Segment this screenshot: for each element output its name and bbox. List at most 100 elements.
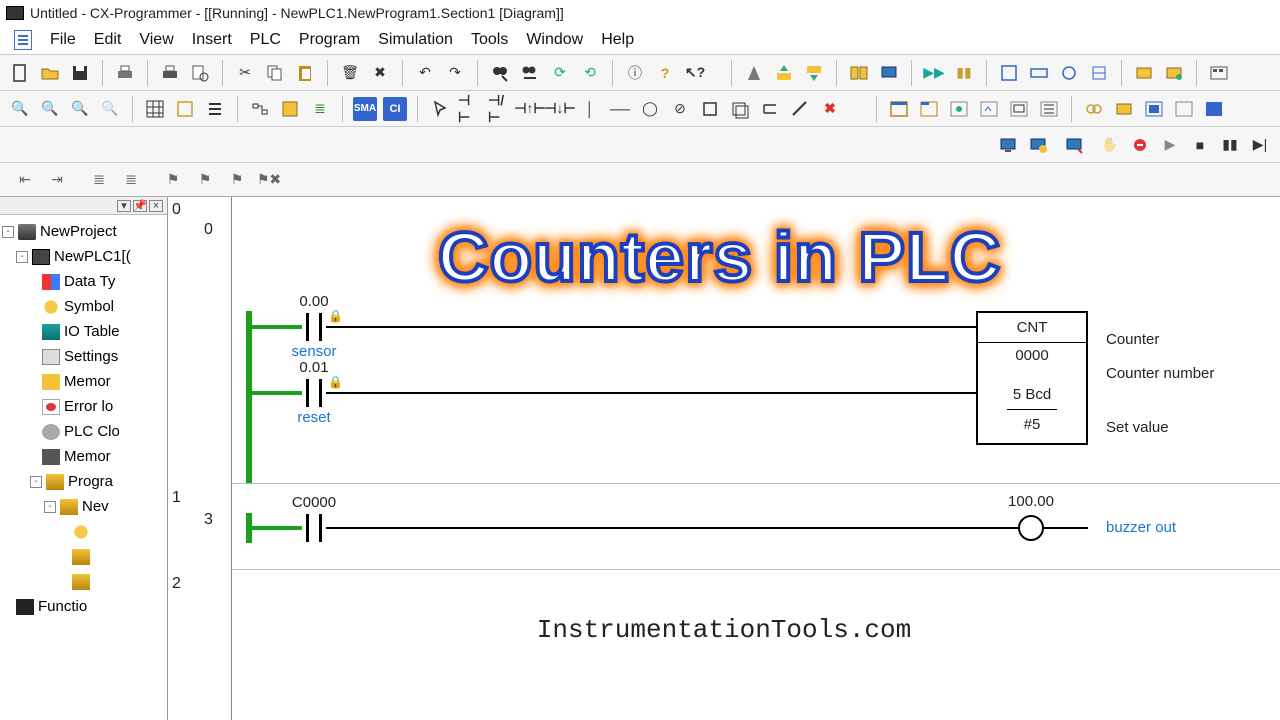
line-tool-icon[interactable]	[788, 97, 812, 121]
delete2-icon[interactable]: ✖	[368, 61, 392, 85]
tree-node-plc-clock[interactable]: PLC Clo	[2, 419, 165, 444]
menu-plc[interactable]: PLC	[250, 31, 281, 49]
zoom-in-icon[interactable]: 🔍	[38, 97, 62, 121]
contact-rising-icon[interactable]: ⊣↑⊢	[518, 97, 542, 121]
tree-node-new-program[interactable]: -Nev	[2, 494, 165, 519]
zoom-out-icon[interactable]: 🔍	[68, 97, 92, 121]
tree-node-settings[interactable]: Settings	[2, 344, 165, 369]
view-a-icon[interactable]	[173, 97, 197, 121]
cursor-icon[interactable]	[428, 97, 452, 121]
grid-icon[interactable]	[143, 97, 167, 121]
whats-this-icon[interactable]: ↖?	[683, 61, 707, 85]
open-icon[interactable]	[38, 61, 62, 85]
menu-view[interactable]: View	[139, 31, 173, 49]
flag2-icon[interactable]: ⚑	[194, 169, 216, 191]
win-d-icon[interactable]	[977, 97, 1001, 121]
watch-e-icon[interactable]	[1202, 97, 1226, 121]
tool-g-icon[interactable]	[1207, 61, 1231, 85]
sim-a-icon[interactable]	[996, 133, 1020, 157]
tool-d-icon[interactable]	[1087, 61, 1111, 85]
preview-icon[interactable]	[188, 61, 212, 85]
tree-toggle-icon[interactable]: -	[44, 501, 56, 513]
tree-toggle-icon[interactable]: -	[2, 226, 14, 238]
delete-icon[interactable]: 🗑	[338, 61, 362, 85]
contact-falling-icon[interactable]: ⊣↓⊢	[548, 97, 572, 121]
copy-icon[interactable]	[263, 61, 287, 85]
menu-insert[interactable]: Insert	[192, 31, 232, 49]
compare-icon[interactable]	[847, 61, 871, 85]
tree-node-memory2[interactable]: Memor	[2, 444, 165, 469]
pause-icon[interactable]: ▮▮	[952, 61, 976, 85]
find-prev-icon[interactable]: ⟲	[578, 61, 602, 85]
coil-neg-icon[interactable]: ⊘	[668, 97, 692, 121]
contact-sensor[interactable]	[302, 313, 326, 341]
coil-buzzer[interactable]	[1018, 515, 1044, 541]
menu-help[interactable]: Help	[601, 31, 634, 49]
watch-d-icon[interactable]	[1172, 97, 1196, 121]
counter-block[interactable]: CNT 0000 5 Bcd #5	[976, 311, 1088, 445]
tree-node-prg-symbols[interactable]	[2, 519, 165, 544]
vline-icon[interactable]: │	[578, 97, 602, 121]
win-b-icon[interactable]	[917, 97, 941, 121]
win-a-icon[interactable]	[887, 97, 911, 121]
find-next-icon[interactable]: ⟳	[548, 61, 572, 85]
menu-program[interactable]: Program	[299, 31, 360, 49]
win-f-icon[interactable]	[1037, 97, 1061, 121]
info-icon[interactable]: ⓘ	[623, 61, 647, 85]
watch-c-icon[interactable]	[1142, 97, 1166, 121]
section-icon[interactable]	[278, 97, 302, 121]
menu-simulation[interactable]: Simulation	[378, 31, 453, 49]
contact-open-icon[interactable]: ⊣ ⊢	[458, 97, 482, 121]
zoom-sel-icon[interactable]: 🔍	[98, 97, 122, 121]
hline-icon[interactable]: ──	[608, 97, 632, 121]
replace-icon[interactable]	[518, 61, 542, 85]
align-r-icon[interactable]: ≣	[120, 169, 142, 191]
xref-icon[interactable]	[248, 97, 272, 121]
indent-icon[interactable]: ⇥	[46, 169, 68, 191]
watch-a-icon[interactable]	[1082, 97, 1106, 121]
tree-node-error-log[interactable]: Error lo	[2, 394, 165, 419]
panel-menu-icon[interactable]: ▾	[117, 200, 131, 212]
transfer-from-icon[interactable]	[802, 61, 826, 85]
func2-icon[interactable]	[728, 97, 752, 121]
play-icon[interactable]: ▶	[1158, 133, 1182, 157]
sim-c-icon[interactable]	[1062, 133, 1086, 157]
print2-icon[interactable]	[158, 61, 182, 85]
menu-window[interactable]: Window	[526, 31, 583, 49]
find-icon[interactable]	[488, 61, 512, 85]
tree-node-function[interactable]: Functio	[2, 594, 165, 619]
sma-icon[interactable]: SMA	[353, 97, 377, 121]
align-l-icon[interactable]: ≣	[88, 169, 110, 191]
tree-node-data-types[interactable]: Data Ty	[2, 269, 165, 294]
tree-node-memory[interactable]: Memor	[2, 369, 165, 394]
tool-e-icon[interactable]	[1132, 61, 1156, 85]
new-icon[interactable]	[8, 61, 32, 85]
save-icon[interactable]	[68, 61, 92, 85]
panel-close-icon[interactable]: ×	[149, 200, 163, 212]
contact-c0000[interactable]	[302, 514, 326, 542]
break-icon[interactable]: ✋	[1098, 133, 1122, 157]
win-e-icon[interactable]	[1007, 97, 1031, 121]
ladder-diagram[interactable]: 0 0 🔒 0.00 sensor 🔒 0.01 reset CNT 0000 …	[168, 197, 1280, 720]
coil-icon[interactable]: ◯	[638, 97, 662, 121]
tree-node-section1[interactable]	[2, 544, 165, 569]
online-icon[interactable]	[742, 61, 766, 85]
sim-b-icon[interactable]	[1026, 133, 1050, 157]
menu-tools[interactable]: Tools	[471, 31, 508, 49]
tree-toggle-icon[interactable]: -	[30, 476, 42, 488]
flag1-icon[interactable]: ⚑	[162, 169, 184, 191]
break2-icon[interactable]	[1128, 133, 1152, 157]
contact-reset[interactable]	[302, 379, 326, 407]
func-icon[interactable]	[698, 97, 722, 121]
project-tree[interactable]: - NewProject - NewPLC1[( Data Ty Symbol …	[0, 215, 167, 623]
transfer-to-icon[interactable]	[772, 61, 796, 85]
ci-icon[interactable]: CI	[383, 97, 407, 121]
stop-icon[interactable]: ■	[1188, 133, 1212, 157]
list-icon[interactable]	[203, 97, 227, 121]
paste-icon[interactable]	[293, 61, 317, 85]
tool-b-icon[interactable]	[1027, 61, 1051, 85]
tree-node-section2[interactable]	[2, 569, 165, 594]
flag4-icon[interactable]: ⚑✖	[258, 169, 280, 191]
outdent-icon[interactable]: ⇤	[14, 169, 36, 191]
tree-node-plc[interactable]: - NewPLC1[(	[2, 244, 165, 269]
